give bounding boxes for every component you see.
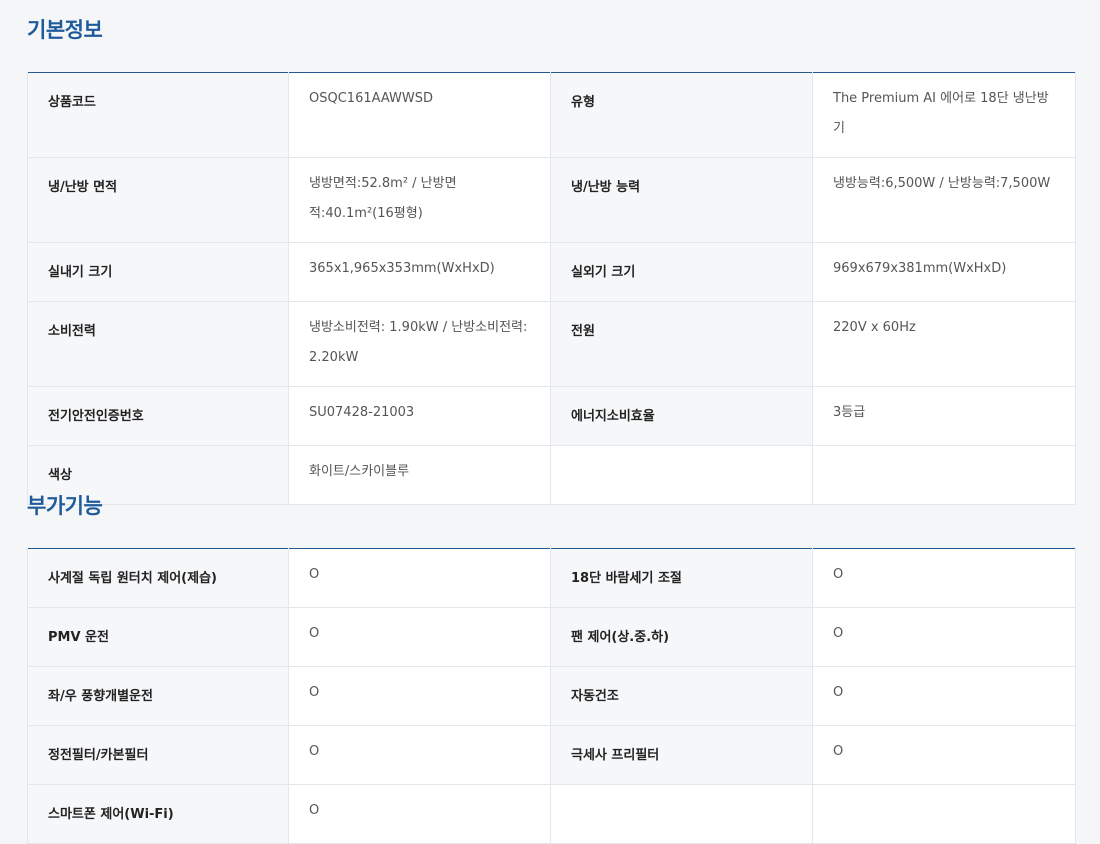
spec-label: 에너지소비효율 [550,386,813,446]
spec-value: 220V x 60Hz [812,301,1076,387]
feature-value: O [812,548,1076,608]
spec-label: 상품코드 [27,72,289,158]
feature-label: 자동건조 [550,666,813,726]
table-row: 스마트폰 제어(Wi-Fi) O [27,784,1076,844]
feature-label: 18단 바람세기 조절 [550,548,813,608]
basic-info-table: 상품코드 OSQC161AAWWSD 유형 The Premium AI 에어로… [27,72,1076,505]
table-row: 정전필터/카본필터 O 극세사 프리필터 O [27,725,1076,785]
spec-label: 냉/난방 능력 [550,157,813,243]
table-row: 좌/우 풍향개별운전 O 자동건조 O [27,666,1076,726]
spec-label: 실외기 크기 [550,242,813,302]
table-row: 전기안전인증번호 SU07428-21003 에너지소비효율 3등급 [27,386,1076,446]
feature-value: O [288,784,551,844]
feature-value: O [288,666,551,726]
extra-features-table: 사계절 독립 원터치 제어(제습) O 18단 바람세기 조절 O PMV 운전… [27,548,1076,844]
feature-label: 극세사 프리필터 [550,725,813,785]
table-row: 상품코드 OSQC161AAWWSD 유형 The Premium AI 에어로… [27,72,1076,158]
feature-value: O [288,725,551,785]
spec-label: 전기안전인증번호 [27,386,289,446]
spec-label: 소비전력 [27,301,289,387]
basic-info-section: 기본정보 상품코드 OSQC161AAWWSD 유형 The Premium A… [27,0,1076,505]
spec-value: 365x1,965x353mm(WxHxD) [288,242,551,302]
spec-value: 냉방능력:6,500W / 난방능력:7,500W [812,157,1076,243]
table-row: 실내기 크기 365x1,965x353mm(WxHxD) 실외기 크기 969… [27,242,1076,302]
spec-value: SU07428-21003 [288,386,551,446]
extra-features-section: 부가기능 사계절 독립 원터치 제어(제습) O 18단 바람세기 조절 O P… [27,476,1076,844]
feature-label: 좌/우 풍향개별운전 [27,666,289,726]
feature-value: O [812,607,1076,667]
feature-value: O [288,607,551,667]
feature-label: 팬 제어(상.중.하) [550,607,813,667]
feature-label: PMV 운전 [27,607,289,667]
spec-value: 969x679x381mm(WxHxD) [812,242,1076,302]
empty-cell [812,784,1076,844]
spec-label: 실내기 크기 [27,242,289,302]
table-row: 사계절 독립 원터치 제어(제습) O 18단 바람세기 조절 O [27,548,1076,608]
feature-value: O [812,666,1076,726]
feature-value: O [288,548,551,608]
spec-value: 냉방소비전력: 1.90kW / 난방소비전력: 2.20kW [288,301,551,387]
spec-value: OSQC161AAWWSD [288,72,551,158]
table-row: 소비전력 냉방소비전력: 1.90kW / 난방소비전력: 2.20kW 전원 … [27,301,1076,387]
table-row: 냉/난방 면적 냉방면적:52.8m² / 난방면적:40.1m²(16평형) … [27,157,1076,243]
spec-value: 냉방면적:52.8m² / 난방면적:40.1m²(16평형) [288,157,551,243]
feature-label: 정전필터/카본필터 [27,725,289,785]
feature-label: 스마트폰 제어(Wi-Fi) [27,784,289,844]
feature-value: O [812,725,1076,785]
spec-label: 냉/난방 면적 [27,157,289,243]
spec-value: The Premium AI 에어로 18단 냉난방기 [812,72,1076,158]
spec-label: 전원 [550,301,813,387]
feature-label: 사계절 독립 원터치 제어(제습) [27,548,289,608]
table-row: PMV 운전 O 팬 제어(상.중.하) O [27,607,1076,667]
spec-label: 유형 [550,72,813,158]
extra-features-title: 부가기능 [27,494,103,518]
spec-value: 3등급 [812,386,1076,446]
empty-cell [550,784,813,844]
basic-info-title: 기본정보 [27,18,103,42]
